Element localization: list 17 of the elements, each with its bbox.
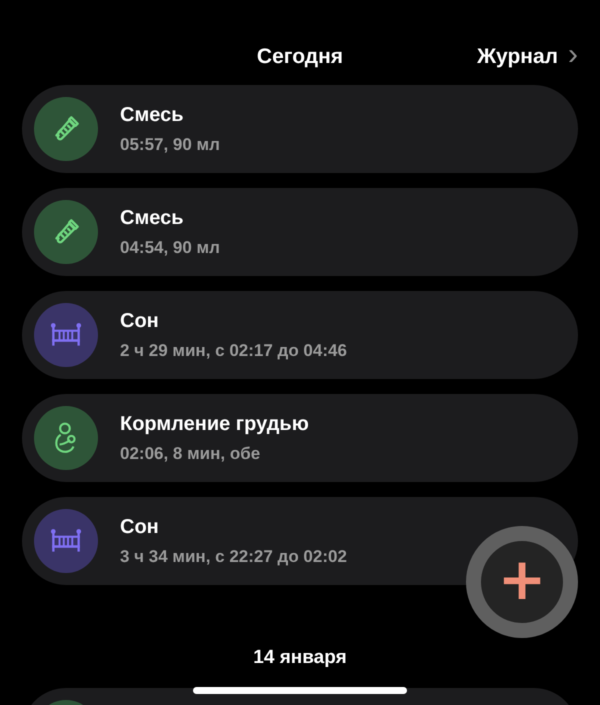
entry-title: Сон bbox=[120, 516, 160, 538]
entry-details: 02:06, 8 мин, обе bbox=[120, 444, 262, 464]
entry-card[interactable]: Смесь 04:54, 90 мл bbox=[22, 188, 578, 276]
entry-title: Смесь bbox=[120, 104, 185, 126]
entry-title: Сон bbox=[120, 310, 160, 332]
entry-card[interactable]: Смесь 05:57, 90 мл bbox=[22, 85, 578, 173]
add-button[interactable]: + bbox=[466, 526, 578, 638]
screen-title: Сегодня bbox=[256, 44, 344, 68]
entry-title: Смесь bbox=[120, 206, 185, 230]
entry-details: 3 ч 34 мин, с 22:27 до 02:02 bbox=[120, 546, 347, 566]
date-header: 14 января bbox=[253, 647, 347, 669]
entry-details: 04:54, 90 мл bbox=[120, 238, 220, 258]
entry-title: Кормление грудью bbox=[120, 412, 309, 436]
entry-card[interactable]: Сон 2 ч 29 мин, с 02:17 до 04:46 bbox=[22, 291, 578, 379]
entry-details: 2 ч 29 мин, с 02:17 до 04:46 bbox=[120, 340, 347, 360]
entry-details: 05:57, 90 мл bbox=[120, 134, 220, 154]
entry-card[interactable]: Кормление грудью 02:06, 8 мин, обе bbox=[22, 394, 578, 482]
